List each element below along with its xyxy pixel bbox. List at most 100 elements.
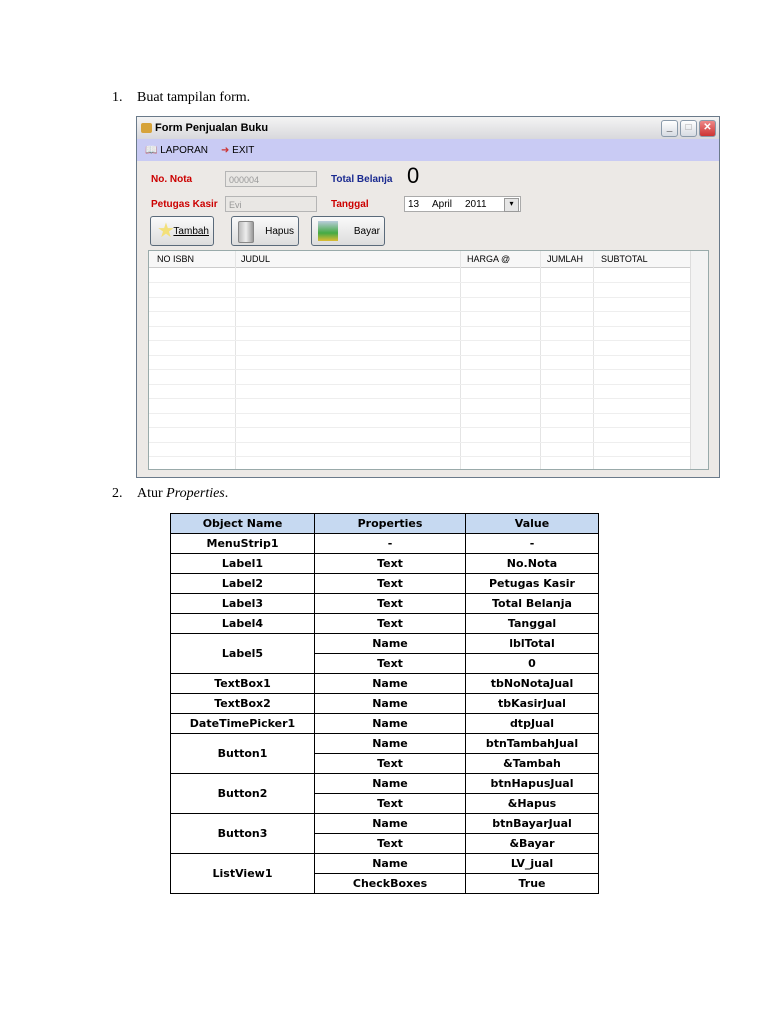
value-cell: tbNoNotaJual — [465, 673, 599, 694]
grid-line — [149, 412, 691, 414]
object-name-cell: Label4 — [170, 613, 315, 634]
total-value: 0 — [407, 163, 420, 188]
grid-line — [149, 354, 691, 356]
value-cell: No.Nota — [465, 553, 599, 574]
table-row: MenuStrip1- - — [170, 533, 599, 554]
app-icon — [141, 123, 152, 133]
value-cell: btnHapusJual — [465, 773, 599, 794]
object-name-cell: Button3 — [170, 813, 315, 854]
property-cell: Text — [314, 793, 466, 814]
table-row: Label5 Name lblTotal — [170, 633, 599, 674]
grid-line — [149, 383, 691, 385]
tambah-button[interactable]: ★ Tambah — [150, 216, 214, 246]
value-cell: btnTambahJual — [465, 733, 599, 754]
list-header: NO ISBN JUDUL HARGA @ JUMLAH SUBTOTAL — [149, 251, 708, 268]
property-cell: Name — [314, 733, 466, 754]
properties-table: Object Name Properties Value MenuStrip1-… — [170, 513, 599, 894]
object-name-cell: Label1 — [170, 553, 315, 574]
value-cell: Petugas Kasir — [465, 573, 599, 594]
grid-line — [149, 282, 691, 283]
exit-icon: ➜ — [221, 145, 230, 156]
property-cell: Text — [314, 653, 466, 674]
close-button[interactable]: ✕ — [699, 120, 716, 137]
menu-exit[interactable]: ➜ EXIT — [221, 145, 254, 156]
maximize-button[interactable]: □ — [680, 120, 697, 137]
property-cell: Text — [314, 833, 466, 854]
title-bar: Form Penjualan Buku _ □ ✕ — [137, 117, 719, 139]
column-header[interactable]: HARGA @ — [467, 254, 510, 264]
object-name-cell: Button1 — [170, 733, 315, 774]
kasir-field[interactable]: Evi — [225, 196, 317, 212]
bayar-button[interactable]: Bayar — [311, 216, 385, 246]
minimize-button[interactable]: _ — [661, 120, 678, 137]
property-cell: Text — [314, 573, 466, 594]
no-nota-label: No. Nota — [151, 174, 193, 185]
no-nota-field[interactable]: 000004 — [225, 171, 317, 187]
table-row: Label4 Text Tanggal — [170, 613, 599, 634]
value-cell: - — [465, 533, 599, 554]
step-2: 2. Atur Properties. — [112, 486, 229, 501]
grid-line — [149, 427, 691, 428]
value-cell: &Bayar — [465, 833, 599, 854]
value-cell: &Tambah — [465, 753, 599, 774]
money-icon — [318, 221, 338, 241]
document-page: 1. Buat tampilan form. Form Penjualan Buk… — [0, 0, 768, 1024]
chevron-down-icon[interactable]: ▾ — [504, 198, 519, 212]
object-name-cell: Label2 — [170, 573, 315, 594]
object-name-cell: Label5 — [170, 633, 315, 674]
value-cell: &Hapus — [465, 793, 599, 814]
column-header[interactable]: JUDUL — [241, 254, 270, 264]
value-cell: True — [465, 873, 599, 894]
value-cell: Total Belanja — [465, 593, 599, 614]
header-object-name: Object Name — [170, 513, 315, 534]
scrollbar[interactable] — [690, 251, 708, 469]
property-cell: Text — [314, 553, 466, 574]
grid-line — [149, 441, 691, 443]
property-cell: Text — [314, 613, 466, 634]
table-row: Button3 Name btnBayarJual — [170, 813, 599, 854]
table-row: Button1 Name btnTambahJual — [170, 733, 599, 774]
menu-laporan[interactable]: 📖 LAPORAN — [145, 145, 208, 156]
grid-line — [149, 311, 691, 312]
value-cell: btnBayarJual — [465, 813, 599, 834]
table-row: TextBox2 Name tbKasirJual — [170, 693, 599, 714]
object-name-cell: DateTimePicker1 — [170, 713, 315, 734]
property-cell: Text — [314, 593, 466, 614]
object-name-cell: TextBox2 — [170, 693, 315, 714]
property-cell: Name — [314, 773, 466, 794]
property-cell: Name — [314, 813, 466, 834]
hapus-button[interactable]: Hapus — [231, 216, 299, 246]
table-row: Label2 Text Petugas Kasir — [170, 573, 599, 594]
property-cell: - — [314, 533, 466, 554]
object-name-cell: ListView1 — [170, 853, 315, 894]
menu-strip: 📖 LAPORAN ➜ EXIT — [137, 139, 719, 161]
grid-line — [149, 398, 691, 399]
object-name-cell: MenuStrip1 — [170, 533, 315, 554]
grid-line — [149, 296, 691, 298]
property-cell: CheckBoxes — [314, 873, 466, 894]
property-cell: Name — [314, 853, 466, 874]
column-header[interactable]: NO ISBN — [157, 254, 194, 264]
table-row: Label3 Text Total Belanja — [170, 593, 599, 614]
value-cell: lblTotal — [465, 633, 599, 654]
header-value: Value — [465, 513, 599, 534]
header-properties: Properties — [314, 513, 466, 534]
object-name-cell: Label3 — [170, 593, 315, 614]
table-row: DateTimePicker1 Name dtpJual — [170, 713, 599, 734]
value-cell: Tanggal — [465, 613, 599, 634]
list-view[interactable]: NO ISBN JUDUL HARGA @ JUMLAH SUBTOTAL — [148, 250, 709, 470]
object-name-cell: Button2 — [170, 773, 315, 814]
column-header[interactable]: SUBTOTAL — [601, 254, 648, 264]
column-header[interactable]: JUMLAH — [547, 254, 583, 264]
date-picker[interactable]: 13 April 2011 ▾ — [404, 196, 521, 212]
table-row: TextBox1 Name tbNoNotaJual — [170, 673, 599, 694]
book-icon: 📖 — [145, 145, 158, 156]
property-cell: Text — [314, 753, 466, 774]
value-cell: 0 — [465, 653, 599, 674]
property-cell: Name — [314, 673, 466, 694]
trash-icon — [238, 221, 254, 243]
value-cell: tbKasirJual — [465, 693, 599, 714]
property-cell: Name — [314, 713, 466, 734]
property-cell: Name — [314, 633, 466, 654]
table-row: ListView1 Name LV_jual — [170, 853, 599, 894]
